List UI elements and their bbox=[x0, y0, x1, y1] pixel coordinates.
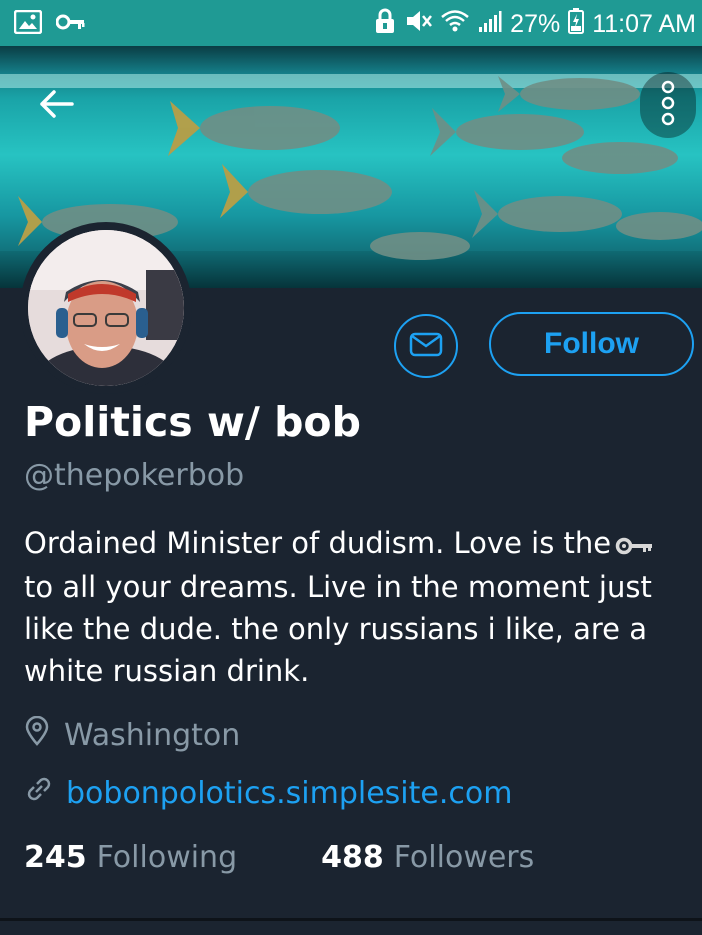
back-arrow-icon bbox=[38, 89, 74, 123]
location-text: Washington bbox=[64, 717, 241, 753]
display-name: Politics w/ bob bbox=[24, 398, 361, 446]
follow-button[interactable]: Follow bbox=[489, 312, 694, 376]
avatar[interactable] bbox=[28, 230, 184, 386]
more-options-button[interactable] bbox=[640, 72, 696, 138]
envelope-icon bbox=[408, 326, 444, 366]
battery-icon bbox=[568, 8, 585, 41]
followers-stat[interactable]: 488 Followers bbox=[321, 840, 534, 875]
key-icon bbox=[615, 524, 655, 566]
location-pin-icon bbox=[24, 715, 50, 754]
bio-line-3: like the dude. the only russians i like,… bbox=[24, 612, 647, 646]
bio-line-2: to all your dreams. Live in the moment j… bbox=[24, 570, 652, 604]
link-icon bbox=[24, 774, 54, 812]
location-row: Washington bbox=[24, 715, 241, 754]
avatar-photo bbox=[28, 230, 184, 386]
bio-line-4: white russian drink. bbox=[24, 654, 310, 688]
website-row: bobonpolotics.simplesite.com bbox=[24, 774, 512, 812]
battery-percent: 27% bbox=[510, 10, 561, 38]
bio-text-1: Ordained Minister of dudism. Love is the bbox=[24, 526, 612, 560]
key-icon bbox=[55, 13, 86, 35]
section-divider bbox=[0, 918, 702, 921]
following-stat[interactable]: 245 Following bbox=[24, 840, 237, 875]
back-button[interactable] bbox=[28, 78, 84, 134]
clock: 11:07 AM bbox=[592, 10, 696, 38]
username-handle: @thepokerbob bbox=[24, 458, 245, 493]
signal-icon bbox=[478, 9, 502, 40]
bio-line-1: Ordained Minister of dudism. Love is the bbox=[24, 522, 674, 566]
more-vertical-icon bbox=[661, 80, 675, 130]
followers-label: Followers bbox=[393, 840, 535, 875]
following-count: 245 bbox=[24, 840, 87, 875]
image-icon bbox=[13, 9, 43, 38]
profile-bio: Ordained Minister of dudism. Love is the… bbox=[24, 522, 674, 692]
message-button[interactable] bbox=[394, 314, 458, 378]
wifi-icon bbox=[440, 9, 470, 40]
website-link[interactable]: bobonpolotics.simplesite.com bbox=[66, 776, 512, 811]
lock-icon bbox=[374, 8, 396, 41]
status-bar: 27% 11:07 AM bbox=[0, 0, 702, 46]
mute-icon bbox=[404, 8, 433, 41]
followers-count: 488 bbox=[321, 840, 384, 875]
following-label: Following bbox=[96, 840, 238, 875]
follow-stats: 245 Following 488 Followers bbox=[24, 840, 534, 875]
